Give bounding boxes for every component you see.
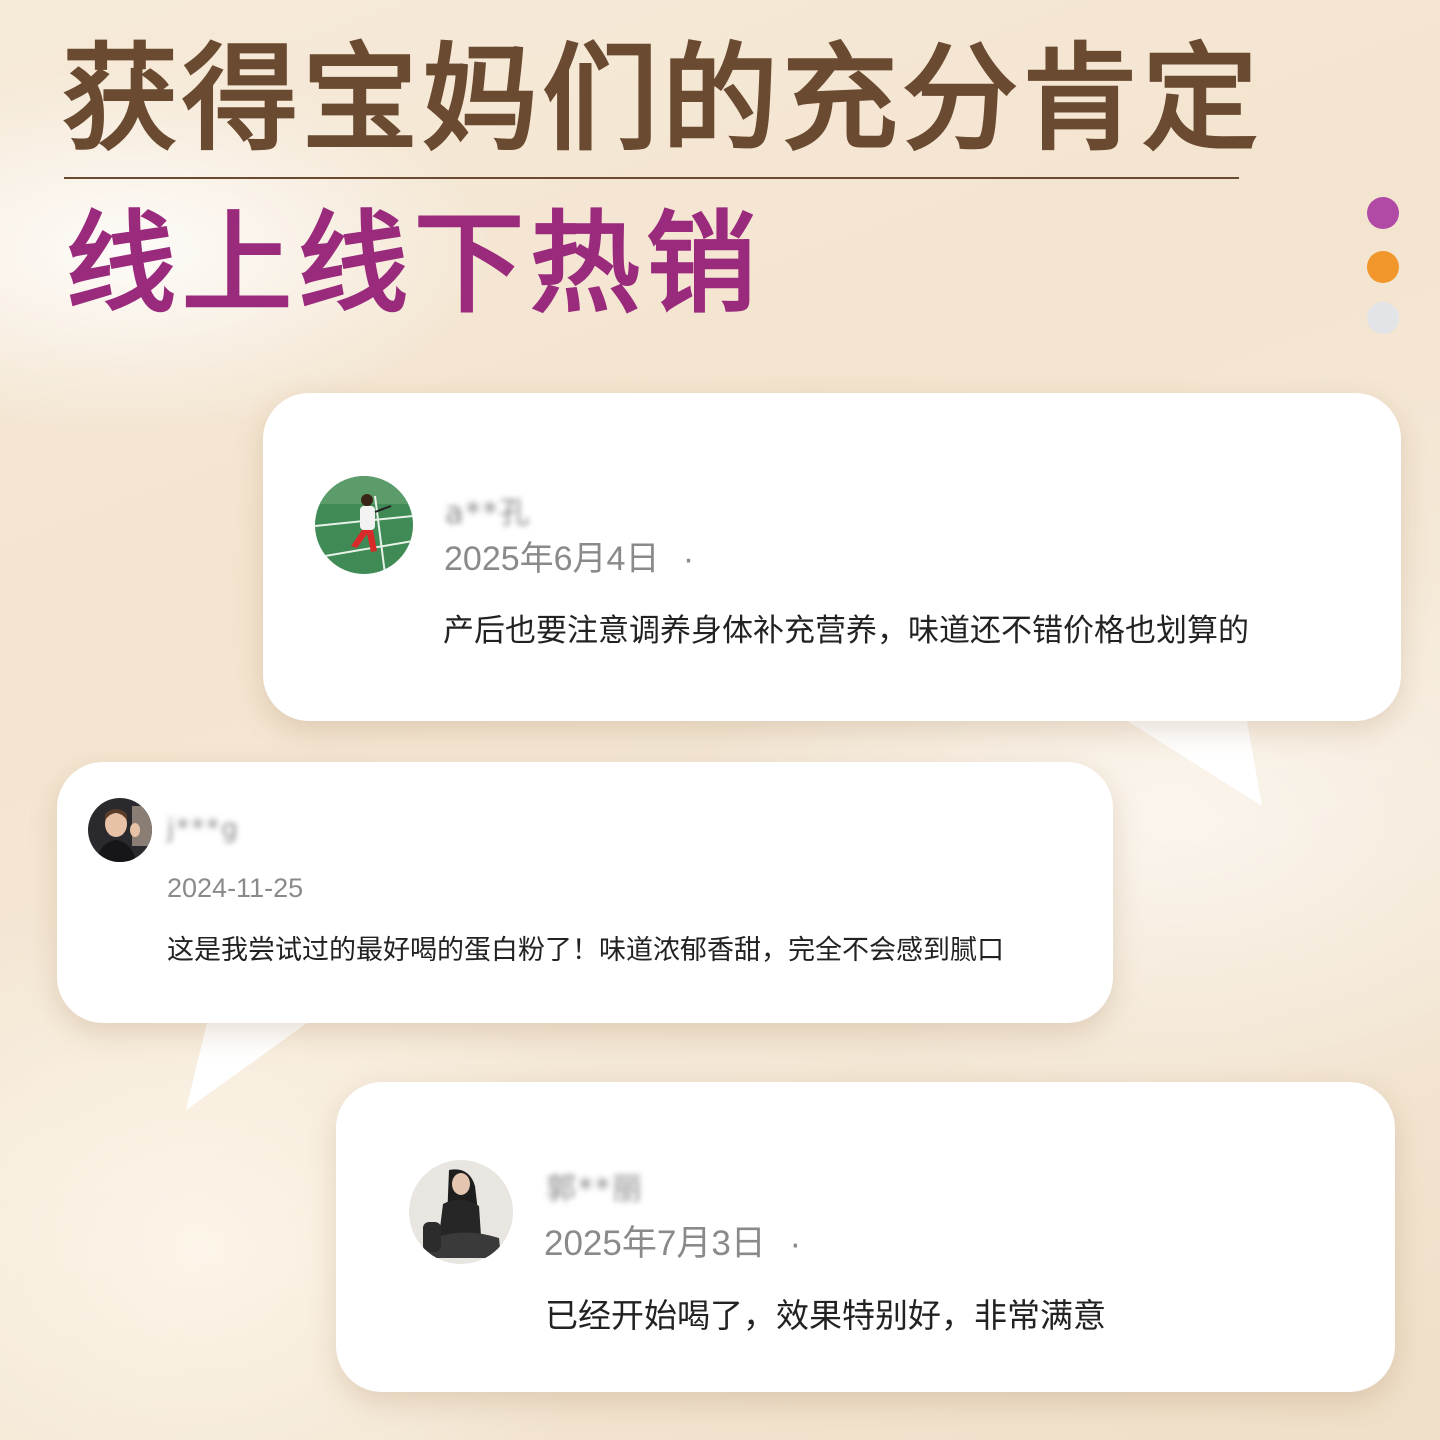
badminton-player-avatar-icon[interactable] [315, 476, 413, 574]
review-date-separator: · [789, 1224, 802, 1263]
seated-woman-avatar-icon[interactable] [409, 1160, 513, 1264]
review-username: a**孔 [445, 496, 532, 531]
review-date: 2025年6月4日 · [444, 531, 694, 580]
page-title: 获得宝妈们的充分肯定 [62, 32, 1262, 167]
review-card-2: j***g 2024-11-25 这是我尝试过的最好喝的蛋白粉了！味道浓郁香甜，… [57, 762, 1113, 1023]
review-date-separator: · [682, 540, 695, 578]
page-subtitle: 线上线下热销 [66, 200, 762, 328]
review-text: 这是我尝试过的最好喝的蛋白粉了！味道浓郁香甜，完全不会感到腻口 [167, 935, 1004, 966]
smiling-man-avatar-icon[interactable] [88, 798, 152, 862]
review-text: 产后也要注意调养身体补充营养，味道还不错价格也划算的 [443, 613, 1249, 649]
review-card-1: a**孔 2025年6月4日 · 产后也要注意调养身体补充营养，味道还不错价格也… [263, 393, 1401, 721]
review-username: j***g [167, 814, 240, 844]
review-date-text: 2025年6月4日 [444, 540, 660, 578]
carousel-dot-1[interactable] [1367, 197, 1399, 229]
title-divider [64, 177, 1239, 179]
review-date: 2025年7月3日 · [544, 1215, 801, 1266]
review-text: 已经开始喝了，效果特别好，非常满意 [545, 1296, 1106, 1335]
carousel-dot-2[interactable] [1367, 251, 1399, 283]
review-date: 2024-11-25 [167, 873, 304, 903]
review-date-text: 2025年7月3日 [544, 1224, 766, 1263]
review-card-3: 郭**丽 2025年7月3日 · 已经开始喝了，效果特别好，非常满意 [336, 1082, 1395, 1392]
review-username: 郭**丽 [546, 1172, 644, 1207]
carousel-dot-3[interactable] [1367, 302, 1399, 334]
